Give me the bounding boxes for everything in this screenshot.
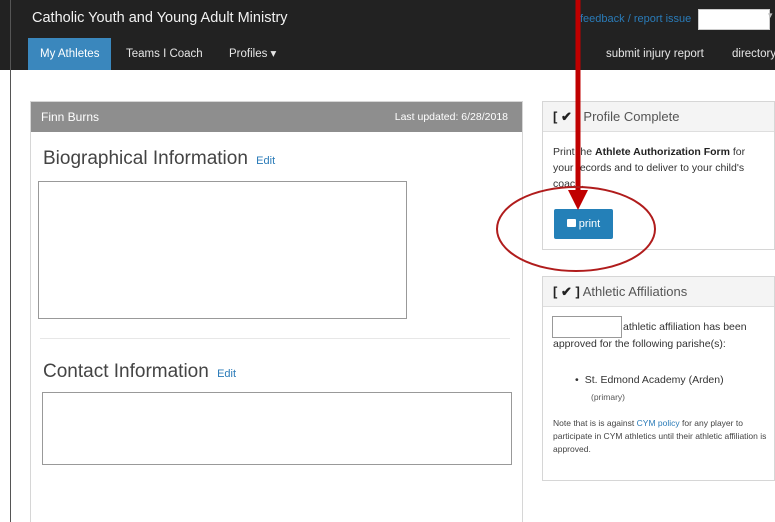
policy-note-pre: Note that is is against (553, 418, 637, 428)
feedback-link[interactable]: feedback / report issue (580, 13, 691, 25)
auth-form-name: Athlete Authorization Form (595, 146, 730, 158)
parish-primary-note: (primary) (591, 392, 625, 402)
bio-section-label: Biographical Information (43, 148, 248, 169)
auth-text-pre: Print the (553, 146, 596, 158)
profile-complete-header: [ ✔ ] Profile Complete (543, 102, 774, 132)
profile-complete-title: Profile Complete (583, 109, 680, 124)
profile-complete-panel: [ ✔ ] Profile Complete Print the Athlete… (542, 101, 775, 250)
bio-section-title: Biographical Information Edit (43, 148, 275, 170)
athlete-panel-header: Finn Burns Last updated: 6/28/2018 (31, 102, 522, 132)
athletic-affiliations-panel: [ ✔ ] Athletic Affiliations athletic aff… (542, 276, 775, 481)
affiliations-title: Athletic Affiliations (582, 284, 688, 299)
contact-section-label: Contact Information (43, 361, 209, 382)
bio-info-box (38, 181, 407, 319)
section-divider (40, 338, 510, 339)
policy-note: Note that is is against CYM policy for a… (553, 417, 771, 456)
nav-my-athletes[interactable]: My Athletes (28, 38, 112, 70)
affiliations-header: [ ✔ ] Athletic Affiliations (543, 277, 774, 307)
nav-profiles-dropdown[interactable]: Profiles ▾ (229, 38, 276, 70)
print-button[interactable]: print (554, 209, 613, 239)
user-menu-box[interactable] (698, 9, 770, 30)
authorization-form-text: Print the Athlete Authorization Form for… (553, 144, 768, 192)
brand-title[interactable]: Catholic Youth and Young Adult Ministry (32, 10, 288, 26)
window-left-border (10, 0, 11, 522)
last-updated-date: Last updated: 6/28/2018 (394, 111, 508, 123)
printer-icon (566, 219, 576, 227)
print-label: print (578, 218, 601, 230)
affiliation-text-line2: approved for the following parishe(s): (553, 338, 726, 350)
contact-info-box (42, 392, 512, 465)
check-icon: [ ✔ ] (553, 284, 580, 299)
contact-section-title: Contact Information Edit (43, 361, 236, 383)
user-menu-caret-icon[interactable]: ▾ (768, 10, 773, 21)
main-nav: My Athletes Teams I Coach Profiles ▾ sub… (28, 38, 775, 70)
affiliation-text-line1: athletic affiliation has been (623, 321, 747, 333)
contact-edit-link[interactable]: Edit (217, 368, 236, 380)
bio-edit-link[interactable]: Edit (256, 155, 275, 167)
athlete-name: Finn Burns (41, 110, 100, 124)
parish-list-item: St. Edmond Academy (Arden) (575, 374, 724, 386)
nav-teams-i-coach[interactable]: Teams I Coach (126, 38, 203, 70)
athlete-name-redacted-box (552, 316, 622, 338)
check-icon: [ ✔ ] (553, 109, 580, 124)
cym-policy-link[interactable]: CYM policy (637, 418, 680, 428)
nav-directory[interactable]: directory (732, 38, 775, 70)
top-bar: Catholic Youth and Young Adult Ministry … (0, 0, 775, 70)
nav-submit-injury-report[interactable]: submit injury report (606, 38, 704, 70)
